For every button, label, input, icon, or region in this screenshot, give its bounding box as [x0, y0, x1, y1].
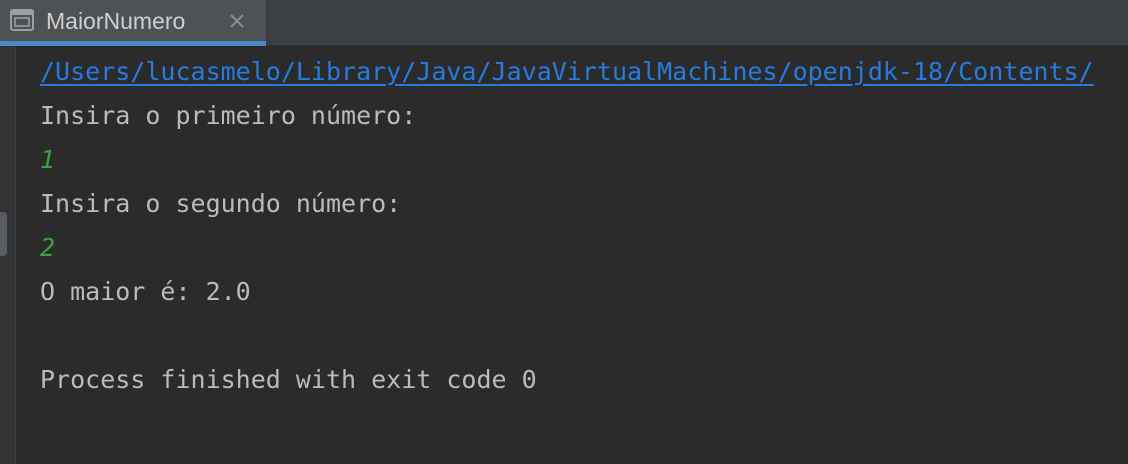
scroll-handle[interactable] [0, 212, 7, 256]
user-input-first: 1 [40, 145, 56, 174]
tab-bar: MaiorNumero [0, 0, 1128, 46]
prompt-first-number: Insira o primeiro número: [40, 101, 417, 130]
user-input-second: 2 [40, 233, 56, 262]
command-path-link[interactable]: /Users/lucasmelo/Library/Java/JavaVirtua… [40, 50, 1094, 94]
console-window-icon [10, 9, 34, 31]
result-line: O maior é: 2.0 [40, 277, 251, 306]
tab-title: MaiorNumero [46, 8, 186, 34]
tab-active-indicator [0, 41, 266, 46]
console-gutter [0, 46, 16, 464]
exit-message: Process finished with exit code 0 [40, 365, 537, 394]
tab-maiornumero[interactable]: MaiorNumero [0, 0, 266, 46]
run-tool-window: MaiorNumero /Users/lucasmelo/Library/Jav… [0, 0, 1128, 464]
prompt-second-number: Insira o segundo número: [40, 189, 402, 218]
console-output[interactable]: /Users/lucasmelo/Library/Java/JavaVirtua… [40, 50, 1128, 460]
close-icon[interactable] [226, 10, 248, 32]
